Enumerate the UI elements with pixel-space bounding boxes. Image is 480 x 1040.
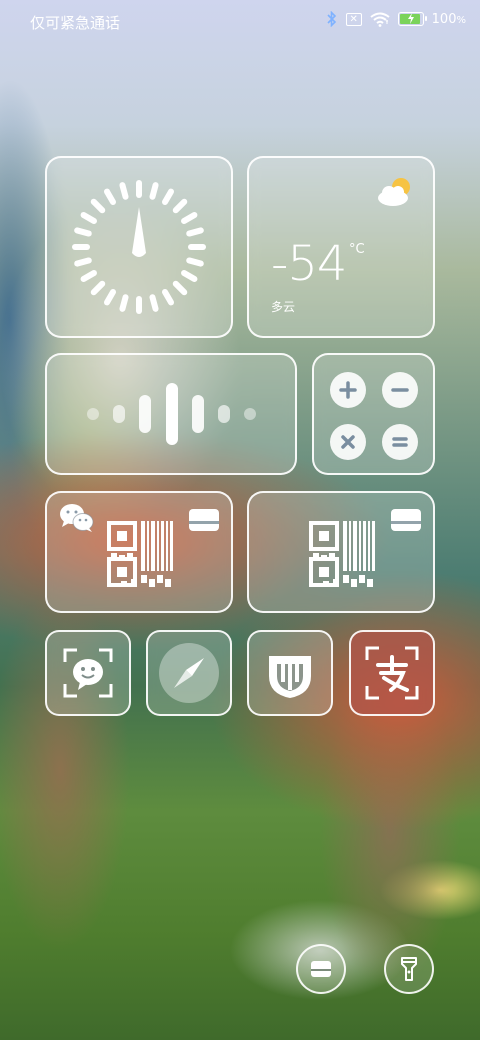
flashlight-button[interactable] [384, 944, 434, 994]
qr-module [131, 579, 137, 585]
temperature-unit: °C [349, 242, 365, 257]
status-icons: ✕ 100% [326, 11, 466, 27]
dial-tick [149, 182, 159, 200]
dial-tick [104, 289, 116, 306]
dial-tick [149, 294, 159, 312]
wechat-pay-widget[interactable] [45, 491, 233, 613]
battery-charging-icon [397, 12, 427, 26]
weather-condition: 多云 [271, 300, 296, 314]
temperature-value: -54 [271, 236, 347, 292]
qr-module [119, 555, 125, 561]
barcode-bar [372, 521, 375, 571]
partly-cloudy-icon [378, 178, 410, 206]
wechat-icon [60, 504, 94, 532]
dial-tick [80, 212, 97, 224]
barcode-block [351, 579, 357, 587]
barcode-block [367, 579, 373, 587]
equals-icon[interactable] [382, 424, 418, 460]
calculator-buttons [330, 372, 418, 460]
card-icon [391, 509, 421, 531]
barcode-bar [353, 521, 357, 571]
qr-module [111, 553, 117, 559]
wifi-icon [370, 12, 390, 27]
barcode-bar [151, 521, 155, 571]
barcode-block [149, 579, 155, 587]
voice-assistant-widget[interactable] [45, 353, 297, 475]
dial-tick [74, 227, 92, 237]
dial-tick [119, 294, 129, 312]
dial-tick [172, 198, 188, 214]
weather-widget[interactable]: -54 °C 多云 [247, 156, 435, 338]
barcode-bar [141, 521, 145, 571]
barcode-bar [363, 521, 366, 571]
qr-finder-core [319, 567, 329, 577]
qr-module [323, 581, 329, 587]
dial-tick [186, 257, 204, 267]
dial-tick [90, 280, 106, 296]
qr-module [121, 581, 127, 587]
barcode-block [141, 575, 147, 583]
qr-module [127, 553, 133, 559]
mi-home-icon [269, 656, 311, 698]
qr-module [313, 553, 319, 559]
voice-waveform-icon [87, 383, 256, 445]
dial-tick [74, 257, 92, 267]
barcode-bar [349, 521, 351, 571]
status-bar: 仅可紧急通话 ✕ 100% [0, 0, 480, 42]
no-sim-icon: ✕ [345, 12, 362, 26]
dial-needle [132, 207, 146, 257]
dial-tick [186, 227, 204, 237]
barcode-block [359, 575, 365, 583]
qr-finder-core [117, 531, 127, 541]
barcode-bar [166, 521, 168, 571]
dial-tick [90, 198, 106, 214]
alipay-scan-shortcut[interactable] [349, 630, 435, 716]
qr-module [329, 553, 335, 559]
qr-module [321, 555, 327, 561]
wallet-button[interactable] [296, 944, 346, 994]
barcode-bar [147, 521, 149, 571]
payment-code-widget[interactable] [247, 491, 435, 613]
wechat-scan-icon [63, 648, 113, 698]
qr-module [333, 579, 339, 585]
mi-home-shortcut[interactable] [247, 630, 333, 716]
compass-icon [159, 643, 219, 703]
dial-tick [119, 182, 129, 200]
carrier-status-text: 仅可紧急通话 [30, 14, 121, 32]
battery-percentage: 100% [431, 11, 466, 27]
barcode-block [157, 575, 163, 583]
barcode-bar [368, 521, 370, 571]
dial-tick [172, 280, 188, 296]
barcode-block [165, 579, 171, 587]
barcode-bar [157, 521, 159, 571]
calculator-widget[interactable] [312, 353, 435, 475]
qr-barcode-icon [309, 521, 375, 587]
qr-finder-core [319, 531, 329, 541]
dial-tick [181, 212, 198, 224]
minus-icon[interactable] [382, 372, 418, 408]
clock-widget[interactable] [45, 156, 233, 338]
dial-tick [162, 289, 174, 306]
barcode-bar [170, 521, 173, 571]
wallet-card-icon [311, 961, 331, 977]
card-icon [189, 509, 219, 531]
qr-barcode-icon [107, 521, 173, 587]
barcode-block [343, 575, 349, 583]
barcode-bar [359, 521, 361, 571]
alipay-scan-icon [365, 646, 419, 700]
multiply-icon[interactable] [330, 424, 366, 460]
barcode-bar [161, 521, 164, 571]
dial-tick [104, 188, 116, 205]
bluetooth-icon [327, 11, 336, 27]
plus-icon[interactable] [330, 372, 366, 408]
flashlight-icon [401, 957, 417, 981]
barcode-bar [343, 521, 347, 571]
dial-tick [181, 270, 198, 282]
dial-tick [162, 188, 174, 205]
wechat-scan-shortcut[interactable] [45, 630, 131, 716]
dial-tick [80, 270, 97, 282]
compass-dial-icon [72, 180, 206, 314]
compass-shortcut[interactable] [146, 630, 232, 716]
qr-finder-core [117, 567, 127, 577]
